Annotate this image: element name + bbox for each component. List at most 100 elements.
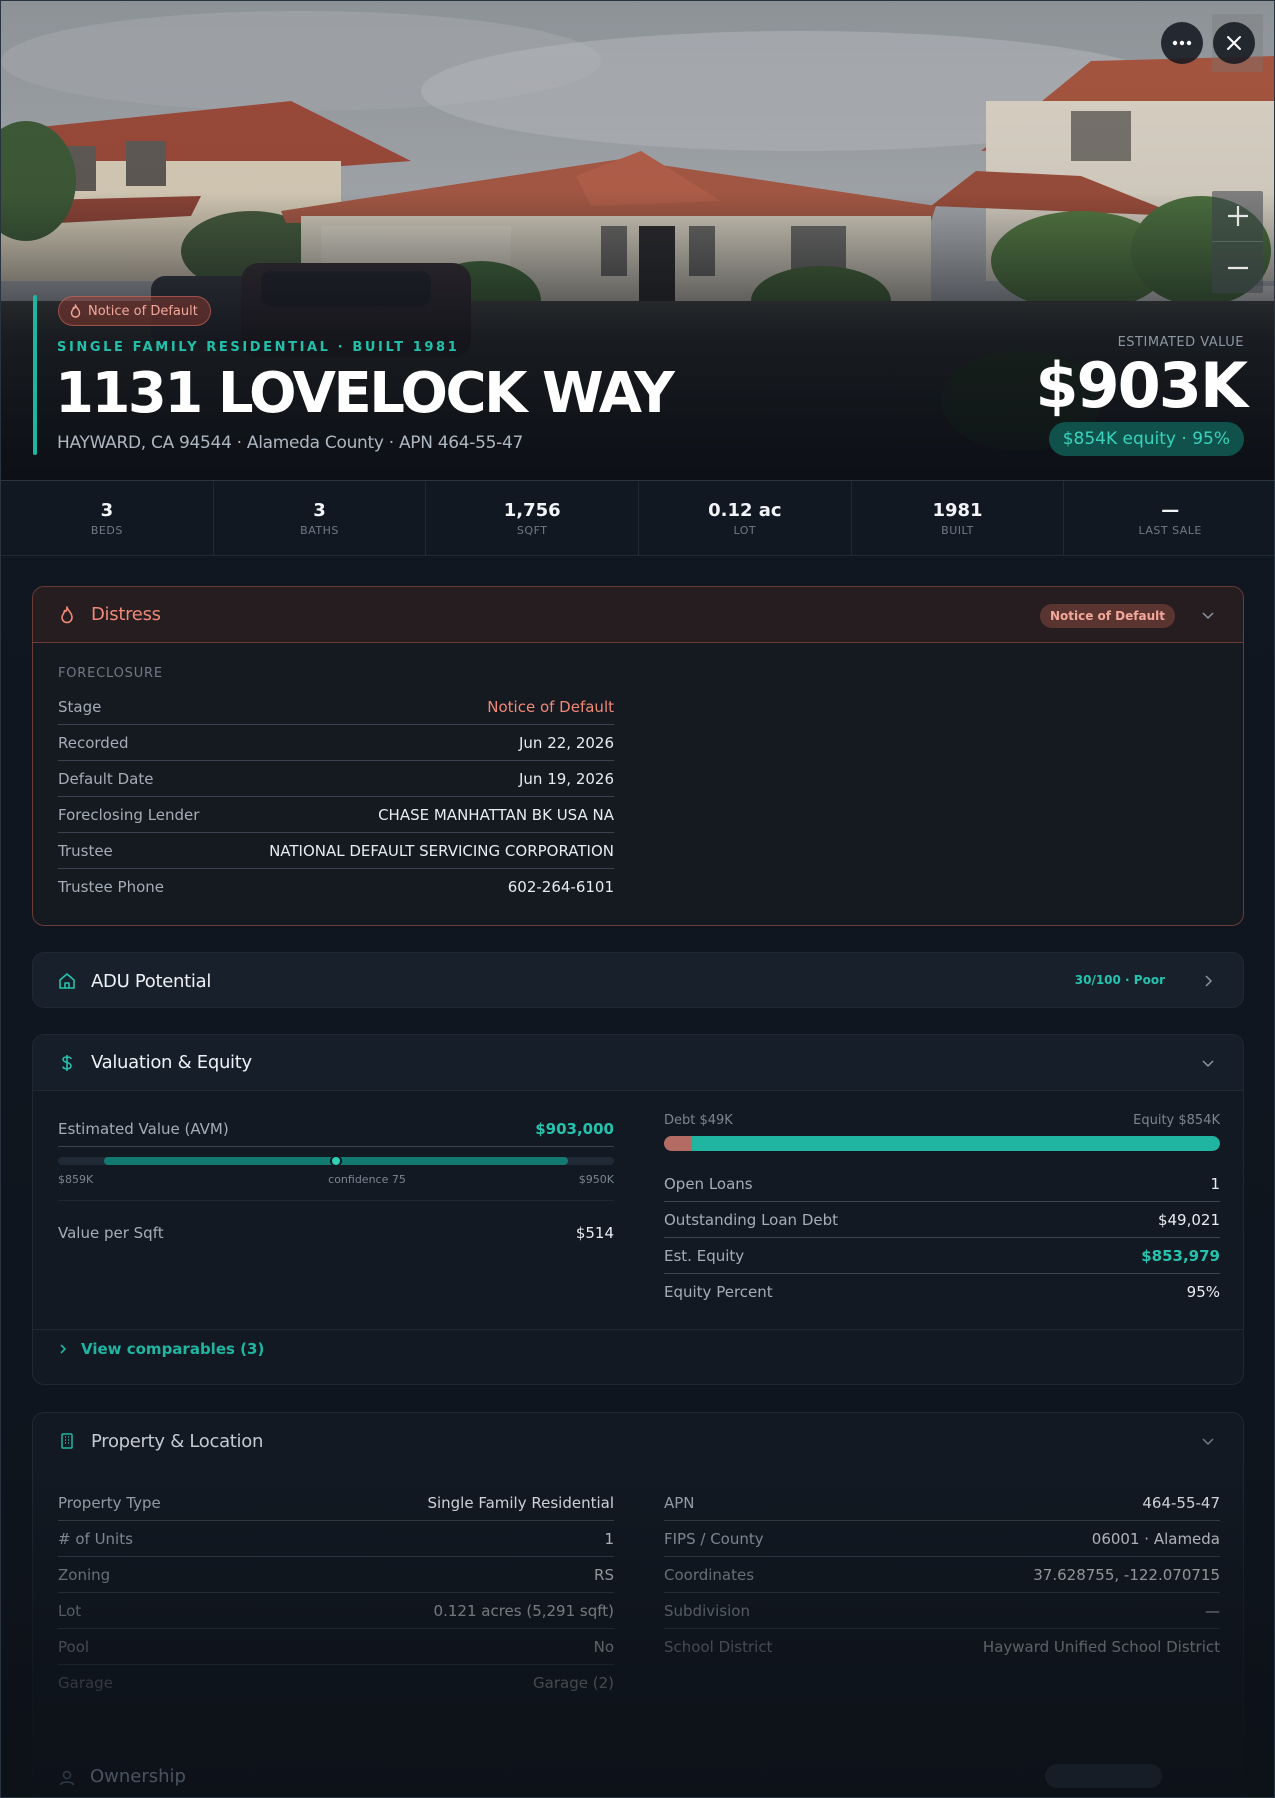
chevron-down-icon[interactable] — [1201, 1056, 1215, 1070]
view-comparables-link[interactable]: View comparables (3) — [57, 1340, 264, 1358]
map-zoom-controls — [1212, 191, 1263, 293]
stat-value: — — [1161, 499, 1180, 521]
stat-value: 3 — [100, 499, 114, 521]
more-options-button[interactable] — [1161, 22, 1203, 64]
avm-confidence-track — [58, 1155, 614, 1167]
stat-last-sale: — LAST SALE — [1064, 481, 1274, 555]
zoom-in-button[interactable] — [1212, 191, 1263, 242]
stat-value: 1,756 — [503, 499, 561, 521]
hero-accent-bar — [33, 295, 37, 455]
kv-value: 0.121 acres (5,291 sqft) — [433, 1601, 614, 1620]
stat-label: LAST SALE — [1138, 523, 1202, 537]
kv-key: Trustee Phone — [58, 878, 165, 896]
kv-row: Garage Garage (2) — [58, 1665, 614, 1701]
stat-beds: 3 BEDS — [1, 481, 214, 555]
stat-baths: 3 BATHS — [214, 481, 427, 555]
kv-row: Outstanding Loan Debt $49,021 — [664, 1202, 1220, 1238]
flame-icon — [70, 304, 81, 318]
chevron-right-icon[interactable] — [1201, 974, 1215, 988]
adu-potential-card[interactable]: ADU Potential 30/100 · Poor — [32, 952, 1244, 1008]
kv-value: 95% — [1186, 1283, 1220, 1301]
stat-label: LOT — [733, 523, 757, 537]
kv-value: 1 — [604, 1529, 614, 1548]
kv-key: # of Units — [58, 1529, 133, 1548]
distress-status-pill: Notice of Default — [1039, 604, 1175, 628]
kv-row: Coordinates 37.628755, -122.070715 — [664, 1557, 1220, 1593]
chevron-down-icon[interactable] — [1201, 1434, 1215, 1448]
kv-value: 06001 · Alameda — [1091, 1529, 1220, 1548]
distress-header[interactable]: Distress Notice of Default — [33, 587, 1243, 643]
chevron-down-icon[interactable] — [1201, 608, 1215, 622]
property-header[interactable]: Property & Location — [33, 1413, 1243, 1469]
kv-key: Outstanding Loan Debt — [664, 1210, 838, 1229]
kv-row: Zoning RS — [58, 1557, 614, 1593]
stat-sqft: 1,756 SQFT — [426, 481, 640, 555]
distress-card: Distress Notice of Default FORECLOSURE S… — [32, 586, 1244, 926]
avm-range-high: $950K — [578, 1173, 614, 1186]
kv-value: No — [593, 1637, 614, 1656]
valuation-header[interactable]: Valuation & Equity — [33, 1035, 1243, 1091]
kv-value: Jun 19, 2026 — [518, 769, 614, 788]
kv-key: Est. Equity — [664, 1246, 745, 1265]
kv-value: Jun 22, 2026 — [518, 733, 614, 752]
kv-value: Single Family Residential — [427, 1493, 614, 1512]
equity-bar-equity — [692, 1136, 1220, 1151]
kv-row: Foreclosing Lender CHASE MANHATTAN BK US… — [58, 797, 614, 833]
kv-value: 464-55-47 — [1142, 1493, 1220, 1512]
adu-title: ADU Potential — [91, 970, 212, 992]
zoom-out-button[interactable] — [1212, 242, 1263, 293]
foreclosure-section-label: FORECLOSURE — [58, 666, 163, 681]
kv-row: Open Loans 1 — [664, 1166, 1220, 1202]
kv-value: $853,979 — [1141, 1246, 1220, 1265]
kv-key: Lot — [58, 1601, 82, 1620]
property-address: 1131 LOVELOCK WAY — [55, 361, 675, 426]
kv-key: Foreclosing Lender — [58, 805, 200, 824]
kv-value: $49,021 — [1157, 1210, 1220, 1229]
kv-key: Value per Sqft — [58, 1224, 164, 1242]
avm-value: $903,000 — [535, 1119, 614, 1138]
debt-label: Debt $49K — [664, 1113, 733, 1128]
kv-key: FIPS / County — [664, 1529, 764, 1548]
divider — [33, 1329, 1243, 1330]
kv-key: Zoning — [58, 1565, 111, 1584]
stat-built: 1981 BUILT — [852, 481, 1065, 555]
ownership-title[interactable]: Ownership — [90, 1766, 186, 1787]
kv-value: CHASE MANHATTAN BK USA NA — [378, 805, 614, 824]
avm-label: Estimated Value (AVM) — [58, 1119, 229, 1138]
ownership-pill — [1045, 1764, 1162, 1788]
property-detail-panel: Notice of Default SINGLE FAMILY RESIDENT… — [0, 0, 1275, 1798]
close-button[interactable] — [1213, 22, 1255, 64]
kv-row: FIPS / County 06001 · Alameda — [664, 1521, 1220, 1557]
kv-value: 1 — [1210, 1174, 1220, 1193]
kv-key: Default Date — [58, 769, 154, 788]
property-title: Property & Location — [91, 1430, 264, 1452]
kv-row: Default Date Jun 19, 2026 — [58, 761, 614, 797]
kv-value: RS — [594, 1565, 614, 1584]
kv-row: Lot 0.121 acres (5,291 sqft) — [58, 1593, 614, 1629]
distress-title: Distress — [91, 604, 161, 625]
kv-value: NATIONAL DEFAULT SERVICING CORPORATION — [269, 841, 614, 860]
kv-value: Garage (2) — [533, 1674, 614, 1692]
kv-row: Pool No — [58, 1629, 614, 1665]
kv-key: APN — [664, 1493, 695, 1512]
property-location-line: HAYWARD, CA 94544 · Alameda County · APN… — [57, 433, 524, 453]
kv-row: Stage Notice of Default — [58, 689, 614, 725]
kv-row: APN 464-55-47 — [664, 1485, 1220, 1521]
adu-score: 30/100 · Poor — [1074, 973, 1165, 987]
building-icon — [61, 1433, 73, 1449]
kv-value: Notice of Default — [487, 697, 614, 716]
kv-row: Est. Equity $853,979 — [664, 1238, 1220, 1274]
chevron-right-icon — [60, 1344, 67, 1354]
kv-value: 37.628755, -122.070715 — [1033, 1565, 1220, 1584]
stats-bar: 3 BEDS 3 BATHS 1,756 SQFT 0.12 ac LOT 19… — [1, 481, 1274, 556]
kv-row: Property Type Single Family Residential — [58, 1485, 614, 1521]
kv-row: Subdivision — — [664, 1593, 1220, 1629]
kv-value: 602-264-6101 — [507, 878, 614, 896]
kv-key: Coordinates — [664, 1565, 755, 1584]
view-comparables-label: View comparables (3) — [81, 1340, 265, 1358]
adu-header[interactable]: ADU Potential 30/100 · Poor — [33, 953, 1243, 1007]
house-icon — [59, 973, 75, 989]
estimated-value: $903K — [1035, 349, 1248, 422]
stat-value: 1981 — [932, 499, 983, 521]
kv-key: Open Loans — [664, 1174, 753, 1193]
